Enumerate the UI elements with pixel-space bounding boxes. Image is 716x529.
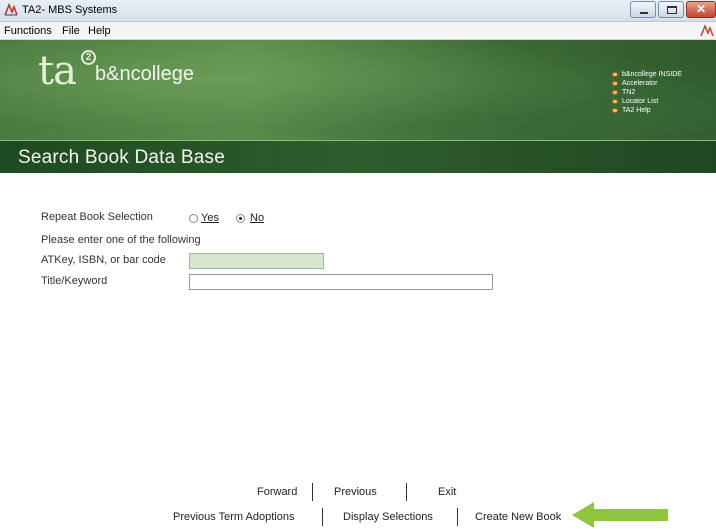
- menu-help[interactable]: Help: [88, 25, 111, 37]
- quick-link-accelerator[interactable]: Accelerator: [612, 79, 682, 88]
- maximize-button[interactable]: [658, 1, 684, 18]
- close-icon: ✕: [695, 2, 707, 16]
- mbs-app-icon: [4, 3, 18, 16]
- atkey-isbn-input[interactable]: [189, 253, 324, 269]
- quick-link-locator-list[interactable]: Locator List: [612, 97, 682, 106]
- window-title: TA2- MBS Systems: [22, 4, 118, 16]
- create-new-book-command[interactable]: Create New Book: [475, 511, 561, 523]
- command-separator: [312, 483, 313, 501]
- repeat-no-radio[interactable]: [236, 214, 245, 223]
- title-keyword-input[interactable]: [189, 274, 493, 290]
- minimize-icon: [640, 12, 648, 14]
- bullet-icon: [612, 99, 618, 104]
- bullet-icon: [612, 72, 618, 77]
- logo-ta-text: ta: [38, 48, 77, 94]
- page-title: Search Book Data Base: [18, 147, 225, 168]
- command-separator: [406, 483, 407, 501]
- exit-command[interactable]: Exit: [438, 486, 456, 498]
- menu-bar: Functions File Help: [0, 22, 716, 40]
- repeat-yes-radio[interactable]: [189, 214, 198, 223]
- display-selections-command[interactable]: Display Selections: [343, 511, 433, 523]
- quick-links: b&ncollege INSIDE Accelerator TN2 Locato…: [612, 70, 682, 115]
- header-banner: ta 2 b&ncollege b&ncollege INSIDE Accele…: [0, 40, 716, 140]
- page-title-bar: Search Book Data Base: [0, 140, 716, 173]
- bullet-icon: [612, 108, 618, 113]
- previous-command[interactable]: Previous: [334, 486, 377, 498]
- atkey-label: ATKey, ISBN, or bar code: [41, 254, 166, 266]
- previous-term-adoptions-command[interactable]: Previous Term Adoptions: [173, 511, 294, 523]
- quick-link-tn2[interactable]: TN2: [612, 88, 682, 97]
- left-arrow-icon: [572, 502, 668, 528]
- logo-brand-text: b&ncollege: [95, 63, 194, 85]
- bullet-icon: [612, 81, 618, 86]
- quick-link-inside[interactable]: b&ncollege INSIDE: [612, 70, 682, 79]
- command-separator: [457, 508, 458, 526]
- command-separator: [322, 508, 323, 526]
- repeat-yes-label[interactable]: Yes: [201, 212, 219, 224]
- instruction-text: Please enter one of the following: [41, 234, 201, 246]
- window-title-bar[interactable]: TA2- MBS Systems ✕: [0, 0, 716, 22]
- menu-file[interactable]: File: [62, 25, 80, 37]
- title-keyword-label: Title/Keyword: [41, 275, 108, 287]
- repeat-no-label[interactable]: No: [250, 212, 264, 224]
- menu-functions[interactable]: Functions: [4, 25, 52, 37]
- minimize-button[interactable]: [630, 1, 656, 18]
- close-button[interactable]: ✕: [686, 1, 716, 18]
- maximize-icon: [667, 6, 677, 14]
- quick-link-ta2-help[interactable]: TA2 Help: [612, 106, 682, 115]
- mbs-logo-icon: [700, 24, 714, 37]
- forward-command[interactable]: Forward: [257, 486, 297, 498]
- bullet-icon: [612, 90, 618, 95]
- logo-two-badge: 2: [81, 50, 96, 65]
- repeat-selection-label: Repeat Book Selection: [41, 211, 153, 223]
